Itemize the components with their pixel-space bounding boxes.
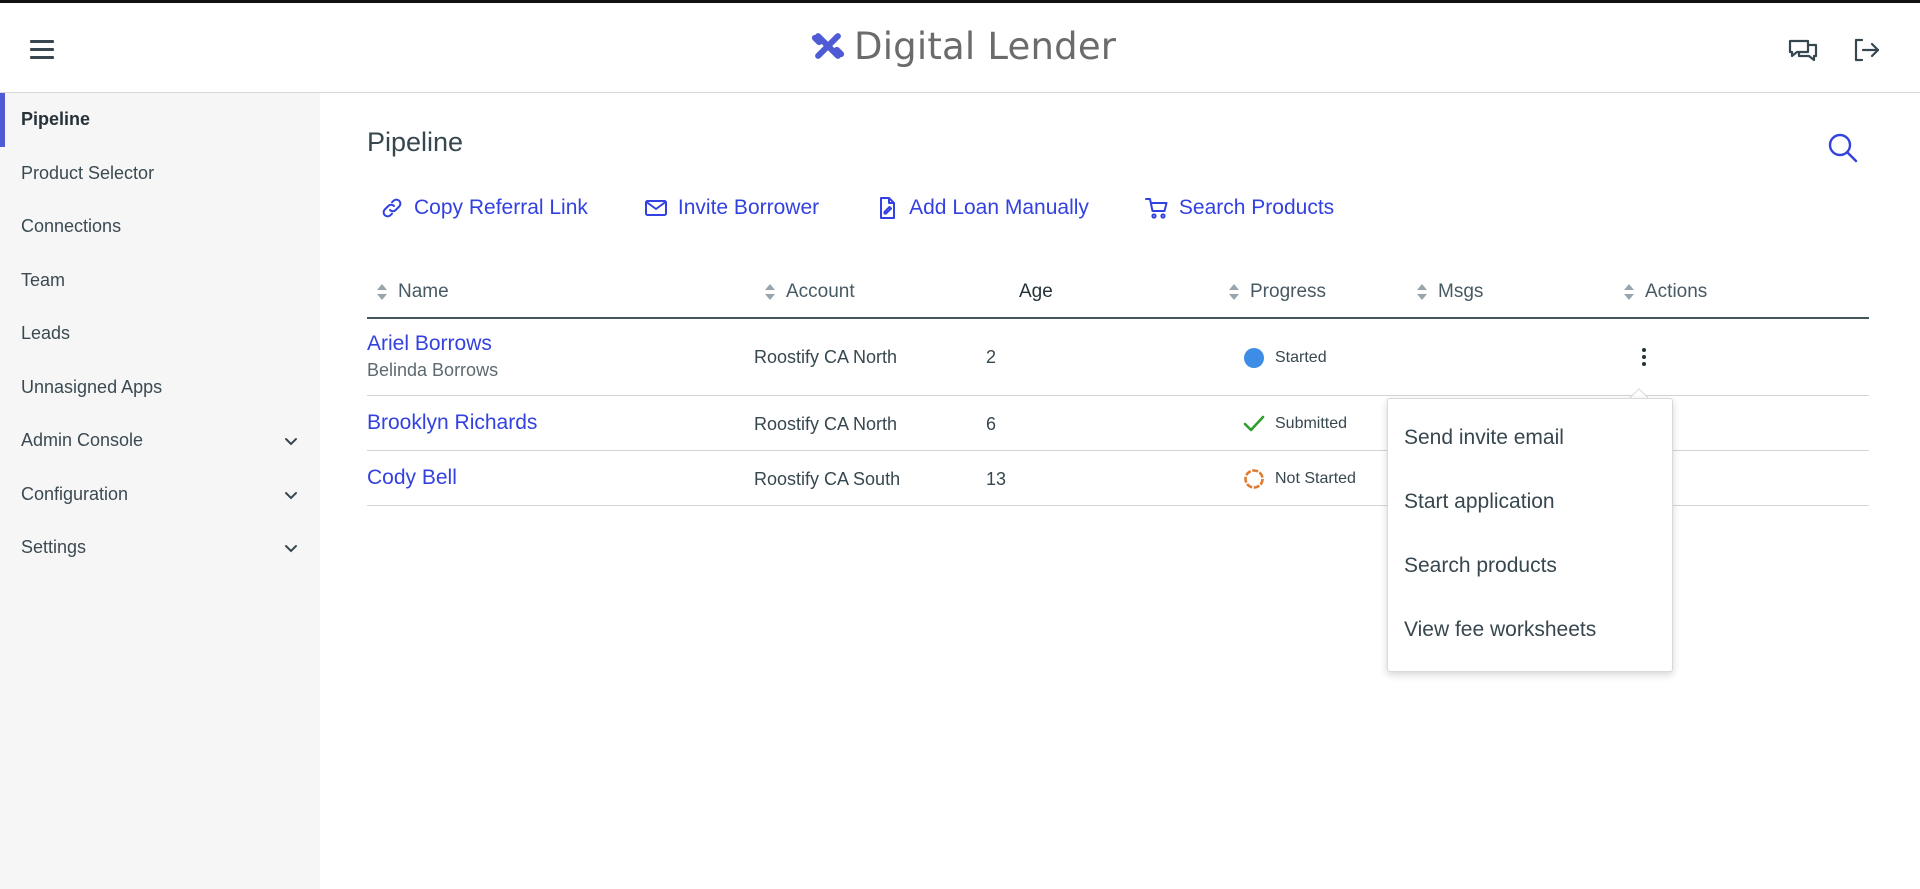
column-header-name[interactable]: Name	[375, 265, 449, 319]
sort-icon	[1229, 284, 1239, 300]
chevron-down-icon	[285, 491, 297, 499]
chat-icon[interactable]	[1786, 33, 1820, 67]
more-vertical-icon	[1642, 348, 1646, 366]
sidebar-item-label: Admin Console	[21, 430, 144, 451]
sidebar-item-leads[interactable]: Leads	[0, 307, 320, 361]
age-cell: 13	[986, 469, 1007, 489]
column-label: Msgs	[1438, 281, 1484, 302]
menu-item-send-invite-email[interactable]: Send invite email	[1388, 406, 1672, 470]
column-header-account[interactable]: Account	[763, 265, 855, 319]
progress-cell: Started	[1243, 347, 1327, 369]
mail-icon	[644, 200, 667, 216]
account-cell: Roostify CA North	[754, 414, 898, 434]
borrower-name-link[interactable]: Cody Bell	[367, 466, 457, 490]
document-icon	[880, 197, 896, 219]
sidebar: Pipeline Product Selector Connections Te…	[0, 93, 320, 889]
chevron-down-icon	[285, 438, 297, 446]
sidebar-item-pipeline[interactable]: Pipeline	[0, 93, 320, 147]
column-label: Age	[1019, 281, 1053, 302]
borrower-name-link[interactable]: Brooklyn Richards	[367, 411, 537, 435]
action-label: Invite Borrower	[677, 196, 820, 219]
name-cell: Cody Bell	[367, 466, 457, 490]
progress-label: Submitted	[1275, 415, 1348, 432]
table-row: Ariel Borrows Belinda Borrows Roostify C…	[367, 319, 1869, 396]
logout-icon[interactable]	[1849, 33, 1883, 67]
checkmark-icon	[1243, 415, 1265, 432]
column-header-progress[interactable]: Progress	[1227, 265, 1326, 319]
action-bar: Copy Referral Link Invite Borrower Add L…	[380, 193, 1390, 223]
not-started-ring-icon	[1244, 469, 1264, 489]
main-content: Pipeline Copy Referral Link Invite Borro…	[320, 93, 1920, 889]
column-label: Name	[398, 281, 449, 302]
sidebar-item-label: Connections	[21, 216, 122, 237]
sidebar-item-label: Product Selector	[21, 162, 155, 183]
app-name: Digital Lender	[854, 24, 1117, 68]
sidebar-item-connections[interactable]: Connections	[0, 200, 320, 254]
name-cell: Brooklyn Richards	[367, 411, 537, 435]
logo-mark-icon	[811, 33, 845, 59]
menu-item-view-fee-worksheets[interactable]: View fee worksheets	[1388, 598, 1672, 662]
action-label: Add Loan Manually	[909, 196, 1089, 219]
co-borrower-name: Belinda Borrows	[367, 360, 499, 380]
sidebar-item-label: Leads	[21, 323, 71, 344]
menu-item-start-application[interactable]: Start application	[1388, 470, 1672, 534]
sort-icon	[1417, 284, 1427, 300]
action-label: Copy Referral Link	[414, 196, 588, 219]
started-dot-icon	[1244, 348, 1264, 368]
account-cell: Roostify CA North	[754, 347, 898, 367]
sort-icon	[377, 284, 387, 300]
column-header-age: Age	[1019, 265, 1053, 319]
chevron-down-icon	[285, 545, 297, 553]
column-label: Account	[786, 281, 855, 302]
page-title: Pipeline	[367, 127, 464, 157]
sidebar-item-team[interactable]: Team	[0, 254, 320, 308]
sidebar-item-label: Configuration	[21, 483, 129, 504]
cart-icon	[1144, 198, 1168, 219]
sort-icon	[1624, 284, 1634, 300]
sidebar-item-admin-console[interactable]: Admin Console	[0, 414, 320, 468]
add-loan-manually-button[interactable]: Add Loan Manually	[875, 196, 1089, 220]
sort-icon	[765, 284, 775, 300]
column-label: Actions	[1645, 281, 1708, 302]
app-logo: Digital Lender	[810, 23, 1116, 69]
menu-icon[interactable]	[26, 36, 60, 62]
sidebar-item-product-selector[interactable]: Product Selector	[0, 147, 320, 201]
column-header-actions[interactable]: Actions	[1622, 265, 1707, 319]
row-actions-menu: Send invite email Start application Sear…	[1387, 398, 1673, 672]
sidebar-item-label: Settings	[21, 537, 87, 558]
borrower-name-link[interactable]: Ariel Borrows	[367, 332, 498, 356]
sidebar-item-unassigned-apps[interactable]: Unnasigned Apps	[0, 361, 320, 415]
column-header-msgs[interactable]: Msgs	[1415, 265, 1483, 319]
sidebar-item-configuration[interactable]: Configuration	[0, 468, 320, 522]
invite-borrower-button[interactable]: Invite Borrower	[644, 196, 819, 220]
sidebar-item-label: Unnasigned Apps	[21, 376, 163, 397]
progress-label: Started	[1275, 349, 1327, 366]
copy-referral-link-button[interactable]: Copy Referral Link	[380, 196, 588, 220]
row-actions-button[interactable]	[1632, 345, 1656, 374]
sidebar-item-settings[interactable]: Settings	[0, 521, 320, 575]
table-header: Name Account Age Progress Msgs Actions	[367, 265, 1869, 319]
action-label: Search Products	[1178, 196, 1335, 219]
sidebar-item-label: Team	[21, 269, 66, 290]
name-cell: Ariel Borrows Belinda Borrows	[367, 332, 498, 381]
column-label: Progress	[1250, 281, 1327, 302]
sidebar-item-label: Pipeline	[21, 109, 91, 130]
link-icon	[382, 198, 402, 218]
account-cell: Roostify CA South	[754, 469, 901, 489]
menu-item-search-products[interactable]: Search products	[1388, 534, 1672, 598]
search-products-button[interactable]: Search Products	[1144, 196, 1335, 220]
app-header: Digital Lender	[0, 3, 1920, 93]
age-cell: 6	[986, 414, 997, 434]
progress-cell: Submitted	[1243, 413, 1347, 435]
progress-cell: Not Started	[1243, 468, 1356, 490]
age-cell: 2	[986, 347, 997, 367]
search-icon[interactable]	[1826, 131, 1860, 165]
progress-label: Not Started	[1275, 470, 1356, 487]
